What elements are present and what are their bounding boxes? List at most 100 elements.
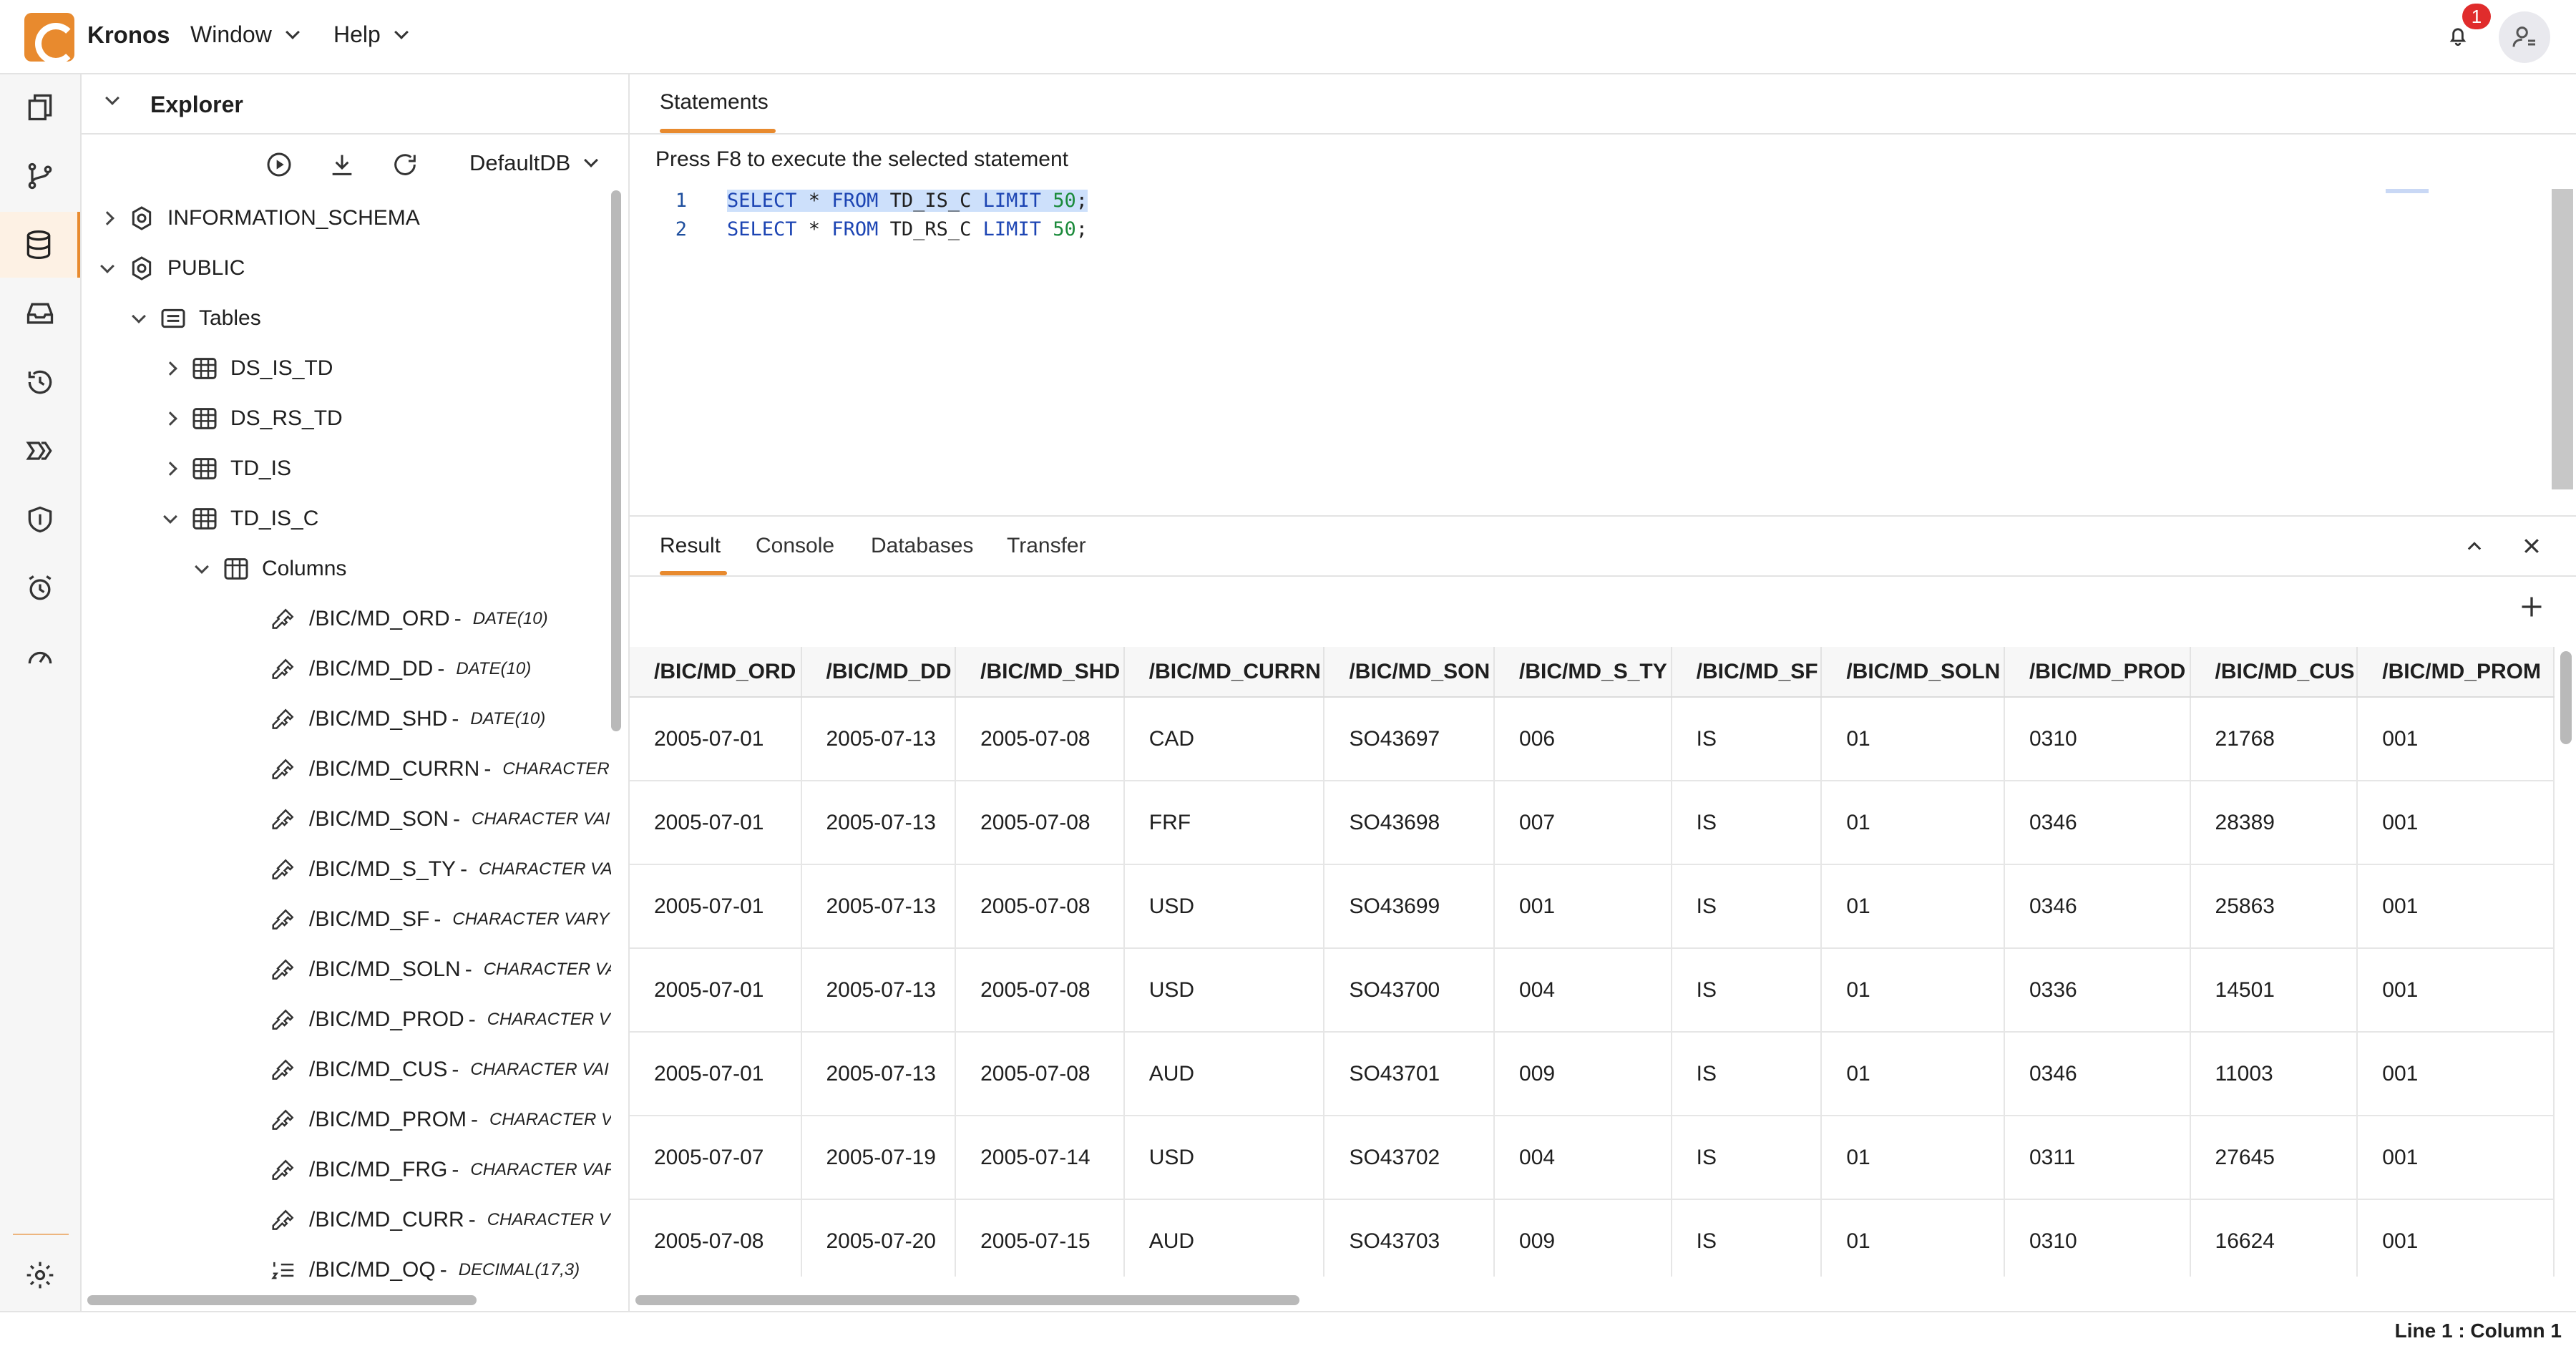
- tab-console[interactable]: Console: [756, 534, 834, 558]
- menu-help[interactable]: Help: [333, 21, 409, 48]
- run-button[interactable]: [263, 149, 295, 180]
- table-cell[interactable]: 001: [2357, 781, 2555, 865]
- tree-node-tables[interactable]: Tables: [125, 293, 261, 343]
- table-cell[interactable]: 001: [1494, 864, 1672, 949]
- table-cell[interactable]: CAD: [1123, 697, 1325, 781]
- tree-node-table[interactable]: DS_RS_TD: [156, 394, 343, 444]
- column-header[interactable]: /BIC/MD_SF: [1671, 647, 1823, 698]
- tree-column[interactable]: /BIC/MD_CURRN - CHARACTER: [263, 744, 610, 794]
- column-header[interactable]: /BIC/MD_S_TY: [1494, 647, 1672, 698]
- rail-database[interactable]: [0, 212, 80, 278]
- grid-horizontal-scrollbar[interactable]: [635, 1295, 1299, 1305]
- table-row[interactable]: 2005-07-07 2005-07-19 2005-07-14 USD SO43702…: [630, 1116, 2555, 1200]
- table-cell[interactable]: 2005-07-08: [955, 697, 1125, 781]
- column-header[interactable]: /BIC/MD_CUS: [2190, 647, 2358, 698]
- table-cell[interactable]: 001: [2357, 1032, 2555, 1116]
- explorer-horizontal-scrollbar[interactable]: [87, 1295, 477, 1305]
- table-cell[interactable]: 0310: [2004, 697, 2191, 781]
- collapse-toggle[interactable]: [156, 509, 185, 524]
- table-cell[interactable]: 0336: [2004, 948, 2191, 1033]
- collapse-toggle[interactable]: [93, 259, 122, 273]
- table-cell[interactable]: 2005-07-07: [630, 1116, 802, 1200]
- collapse-toggle[interactable]: [125, 309, 153, 323]
- editor-vertical-scrollbar[interactable]: [2552, 189, 2573, 489]
- table-cell[interactable]: IS: [1671, 948, 1823, 1033]
- table-cell[interactable]: 0346: [2004, 864, 2191, 949]
- table-cell[interactable]: 001: [2357, 697, 2555, 781]
- table-cell[interactable]: 2005-07-01: [630, 781, 802, 865]
- table-cell[interactable]: USD: [1123, 948, 1325, 1033]
- column-header[interactable]: /BIC/MD_DD: [801, 647, 957, 698]
- tree-node-table[interactable]: TD_IS_C: [156, 494, 318, 544]
- tab-databases[interactable]: Databases: [871, 534, 973, 558]
- rail-dashboard[interactable]: [0, 624, 80, 690]
- table-cell[interactable]: 2005-07-13: [801, 697, 957, 781]
- table-cell[interactable]: IS: [1671, 864, 1823, 949]
- table-cell[interactable]: 2005-07-20: [801, 1199, 957, 1277]
- menu-window[interactable]: Window: [190, 21, 300, 48]
- bell-icon[interactable]: [2446, 23, 2470, 49]
- table-cell[interactable]: AUD: [1123, 1199, 1325, 1277]
- table-cell[interactable]: 11003: [2190, 1032, 2358, 1116]
- table-cell[interactable]: 21768: [2190, 697, 2358, 781]
- tree-node-table[interactable]: TD_IS: [156, 444, 291, 494]
- download-button[interactable]: [326, 149, 358, 180]
- rail-security[interactable]: [0, 487, 80, 552]
- table-cell[interactable]: IS: [1671, 697, 1823, 781]
- table-row[interactable]: 2005-07-01 2005-07-13 2005-07-08 AUD SO43701…: [630, 1032, 2555, 1116]
- table-cell[interactable]: 2005-07-08: [955, 864, 1125, 949]
- column-header[interactable]: /BIC/MD_PROD: [2004, 647, 2191, 698]
- tab-transfer[interactable]: Transfer: [1007, 534, 1086, 558]
- table-cell[interactable]: SO43701: [1324, 1032, 1496, 1116]
- table-cell[interactable]: 2005-07-01: [630, 864, 802, 949]
- table-cell[interactable]: IS: [1671, 781, 1823, 865]
- table-cell[interactable]: 004: [1494, 948, 1672, 1033]
- app-logo-icon[interactable]: [24, 13, 77, 64]
- table-cell[interactable]: USD: [1123, 1116, 1325, 1200]
- tree-column[interactable]: /BIC/MD_OQ - DECIMAL(17,3): [263, 1245, 580, 1295]
- table-cell[interactable]: SO43698: [1324, 781, 1496, 865]
- table-cell[interactable]: 2005-07-08: [630, 1199, 802, 1277]
- table-cell[interactable]: 2005-07-08: [955, 1032, 1125, 1116]
- table-cell[interactable]: 16624: [2190, 1199, 2358, 1277]
- rail-history[interactable]: [0, 349, 80, 415]
- table-cell[interactable]: IS: [1671, 1199, 1823, 1277]
- table-cell[interactable]: AUD: [1123, 1032, 1325, 1116]
- table-cell[interactable]: 01: [1821, 1032, 2005, 1116]
- expand-toggle[interactable]: [156, 411, 185, 426]
- table-cell[interactable]: 14501: [2190, 948, 2358, 1033]
- table-cell[interactable]: 27645: [2190, 1116, 2358, 1200]
- rail-files[interactable]: [0, 74, 80, 140]
- editor-minimap[interactable]: [2386, 189, 2429, 193]
- table-cell[interactable]: SO43700: [1324, 948, 1496, 1033]
- selected-statement[interactable]: SELECT * FROM TD_IS_C LIMIT 50;: [727, 189, 1088, 212]
- table-cell[interactable]: 006: [1494, 697, 1672, 781]
- table-cell[interactable]: 01: [1821, 864, 2005, 949]
- table-row[interactable]: 2005-07-08 2005-07-20 2005-07-15 AUD SO43703…: [630, 1199, 2555, 1277]
- tab-result[interactable]: Result: [660, 534, 721, 558]
- tree-node-public[interactable]: PUBLIC: [93, 243, 245, 293]
- table-cell[interactable]: 001: [2357, 1116, 2555, 1200]
- table-cell[interactable]: 01: [1821, 1116, 2005, 1200]
- table-row[interactable]: 2005-07-01 2005-07-13 2005-07-08 FRF SO43698…: [630, 781, 2555, 865]
- table-cell[interactable]: 2005-07-15: [955, 1199, 1125, 1277]
- tab-statements[interactable]: Statements: [660, 90, 769, 114]
- collapse-explorer-toggle[interactable]: [105, 91, 119, 105]
- table-cell[interactable]: 01: [1821, 781, 2005, 865]
- tree-column[interactable]: /BIC/MD_SOLN - CHARACTER VA: [263, 945, 611, 995]
- expand-toggle[interactable]: [156, 361, 185, 376]
- column-header[interactable]: /BIC/MD_CURRN: [1123, 647, 1325, 698]
- table-cell[interactable]: 009: [1494, 1199, 1672, 1277]
- collapse-toggle[interactable]: [187, 560, 216, 574]
- table-cell[interactable]: 2005-07-01: [630, 697, 802, 781]
- column-header[interactable]: /BIC/MD_SHD: [955, 647, 1125, 698]
- table-cell[interactable]: 004: [1494, 1116, 1672, 1200]
- tree-node-information-schema[interactable]: INFORMATION_SCHEMA: [93, 193, 420, 243]
- table-cell[interactable]: 001: [2357, 864, 2555, 949]
- column-header[interactable]: /BIC/MD_ORD: [630, 647, 802, 698]
- table-cell[interactable]: 01: [1821, 948, 2005, 1033]
- rail-pipeline[interactable]: [0, 418, 80, 484]
- expand-toggle[interactable]: [156, 462, 185, 476]
- table-cell[interactable]: IS: [1671, 1032, 1823, 1116]
- table-row[interactable]: 2005-07-01 2005-07-13 2005-07-08 USD SO43699…: [630, 864, 2555, 949]
